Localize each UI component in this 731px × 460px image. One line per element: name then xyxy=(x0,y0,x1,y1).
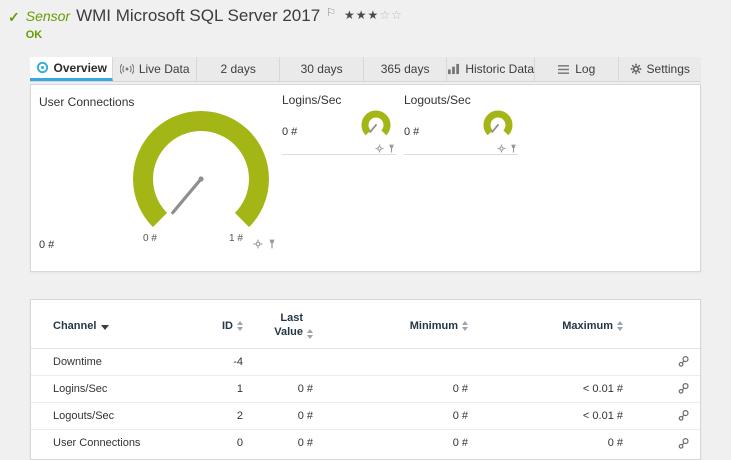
channel-name: Logins/Sec xyxy=(53,382,108,395)
column-header-maximum[interactable]: Maximum xyxy=(468,320,623,332)
channel-id: -4 xyxy=(233,355,243,368)
tab-label: Settings xyxy=(646,62,690,76)
logins-gauge-block: Logins/Sec 0 # xyxy=(282,93,396,155)
status-ok-icon: ✓ xyxy=(8,9,20,25)
gauges-panel: User Connections 0 # 0 # 1 # Logins/Sec … xyxy=(30,84,701,272)
logouts-gauge xyxy=(483,110,513,136)
channel-name: User Connections xyxy=(53,437,141,449)
tab-label: Log xyxy=(575,62,596,76)
channel-minimum: 0 # xyxy=(452,382,468,395)
channel-last-value: 0 # xyxy=(297,382,313,395)
primary-gauge-value: 0 # xyxy=(39,239,55,251)
column-header-minimum[interactable]: Minimum xyxy=(313,320,468,332)
channel-id: 2 xyxy=(236,409,243,422)
gauge-settings-gear-icon[interactable] xyxy=(497,144,506,153)
gauge-pin-icon[interactable] xyxy=(387,144,396,153)
column-header-label: ID xyxy=(222,319,233,332)
tab-log[interactable]: Log xyxy=(535,57,619,81)
gauge-settings-gear-icon[interactable] xyxy=(253,239,263,249)
channel-settings-icon[interactable] xyxy=(677,355,690,368)
column-header-id[interactable]: ID xyxy=(183,320,243,332)
table-header-row: Channel ID Last Value Minimum Maximum xyxy=(31,300,700,349)
gauge-pin-icon[interactable] xyxy=(509,144,518,153)
sort-icon[interactable] xyxy=(237,320,243,331)
tab-label: Historic Data xyxy=(465,62,535,76)
tab-label: 30 days xyxy=(300,62,343,76)
tab-live-data[interactable]: Live Data xyxy=(113,57,197,81)
gear-icon xyxy=(630,63,642,75)
sensor-header: ✓ Sensor WMI Microsoft SQL Server 2017 ⚐… xyxy=(8,6,403,41)
user-connections-gauge xyxy=(133,110,269,228)
column-header-channel[interactable]: Channel xyxy=(53,320,183,332)
sort-icon[interactable] xyxy=(617,320,623,331)
channel-settings-icon[interactable] xyxy=(677,382,690,395)
tab-settings[interactable]: Settings xyxy=(619,57,701,81)
channel-last-value: 0 # xyxy=(297,409,313,422)
live-data-icon xyxy=(119,63,134,75)
channel-maximum: < 0.01 # xyxy=(582,409,623,422)
sort-icon[interactable] xyxy=(307,328,313,339)
channel-last-value: 0 # xyxy=(297,437,313,449)
column-header-label: Maximum xyxy=(562,319,613,332)
log-icon xyxy=(557,64,570,75)
table-row: User Connections 0 0 # 0 # 0 # xyxy=(31,430,700,457)
tab-label: 2 days xyxy=(220,62,256,76)
column-header-last-value[interactable]: Last Value xyxy=(243,312,313,340)
tab-bar: Overview Live Data 2 days 30 days 365 da… xyxy=(30,57,701,82)
channel-minimum: 0 # xyxy=(452,409,468,422)
channel-settings-icon[interactable] xyxy=(677,437,690,450)
sort-icon[interactable] xyxy=(462,320,468,331)
primary-gauge-scale-max: 1 # xyxy=(229,233,243,244)
table-row: Logouts/Sec 2 0 # 0 # < 0.01 # xyxy=(31,403,700,430)
channel-maximum: 0 # xyxy=(607,437,623,449)
page-title: WMI Microsoft SQL Server 2017 xyxy=(76,6,321,25)
tab-historic-data[interactable]: Historic Data xyxy=(447,57,536,81)
tab-label: 365 days xyxy=(380,62,430,76)
tab-2-days[interactable]: 2 days xyxy=(197,57,281,81)
tab-30-days[interactable]: 30 days xyxy=(280,57,364,81)
gauge-pin-icon[interactable] xyxy=(267,239,277,249)
chevron-down-icon[interactable] xyxy=(101,324,110,330)
table-row: Logins/Sec 1 0 # 0 # < 0.01 # xyxy=(31,376,700,403)
channel-id: 1 xyxy=(236,382,243,395)
priority-stars[interactable]: ★★★☆☆ xyxy=(344,8,403,22)
tab-label: Live Data xyxy=(138,62,190,76)
sensor-type-label: Sensor xyxy=(25,8,71,24)
stars-empty[interactable]: ☆☆ xyxy=(379,8,403,22)
channel-name: Downtime xyxy=(53,355,102,368)
channel-id: 0 xyxy=(236,437,243,449)
logins-gauge-title: Logins/Sec xyxy=(282,93,342,107)
logouts-gauge-title: Logouts/Sec xyxy=(404,93,471,107)
logouts-gauge-value: 0 # xyxy=(404,126,420,138)
channel-name: Logouts/Sec xyxy=(53,409,115,422)
channel-minimum: 0 # xyxy=(452,437,468,449)
stars-filled[interactable]: ★★★ xyxy=(344,8,379,22)
flag-icon[interactable]: ⚐ xyxy=(326,6,336,19)
tab-365-days[interactable]: 365 days xyxy=(364,57,448,81)
tab-overview[interactable]: Overview xyxy=(30,57,114,81)
logins-gauge-value: 0 # xyxy=(282,126,298,138)
primary-gauge-scale-min: 0 # xyxy=(143,233,157,244)
overview-icon xyxy=(36,61,49,74)
logouts-gauge-block: Logouts/Sec 0 # xyxy=(404,93,518,155)
status-badge: OK xyxy=(25,29,43,41)
channel-maximum: < 0.01 # xyxy=(582,382,623,395)
logins-gauge xyxy=(361,110,391,136)
tab-label: Overview xyxy=(53,60,107,75)
gauge-settings-gear-icon[interactable] xyxy=(375,144,384,153)
channels-table: Channel ID Last Value Minimum Maximum Do… xyxy=(30,299,701,460)
column-header-label: Minimum xyxy=(409,319,458,332)
table-row: Downtime -4 xyxy=(31,349,700,376)
column-header-label: Last Value xyxy=(274,312,303,338)
column-header-label: Channel xyxy=(53,319,97,332)
historic-data-icon xyxy=(447,63,460,75)
channel-settings-icon[interactable] xyxy=(677,409,690,422)
